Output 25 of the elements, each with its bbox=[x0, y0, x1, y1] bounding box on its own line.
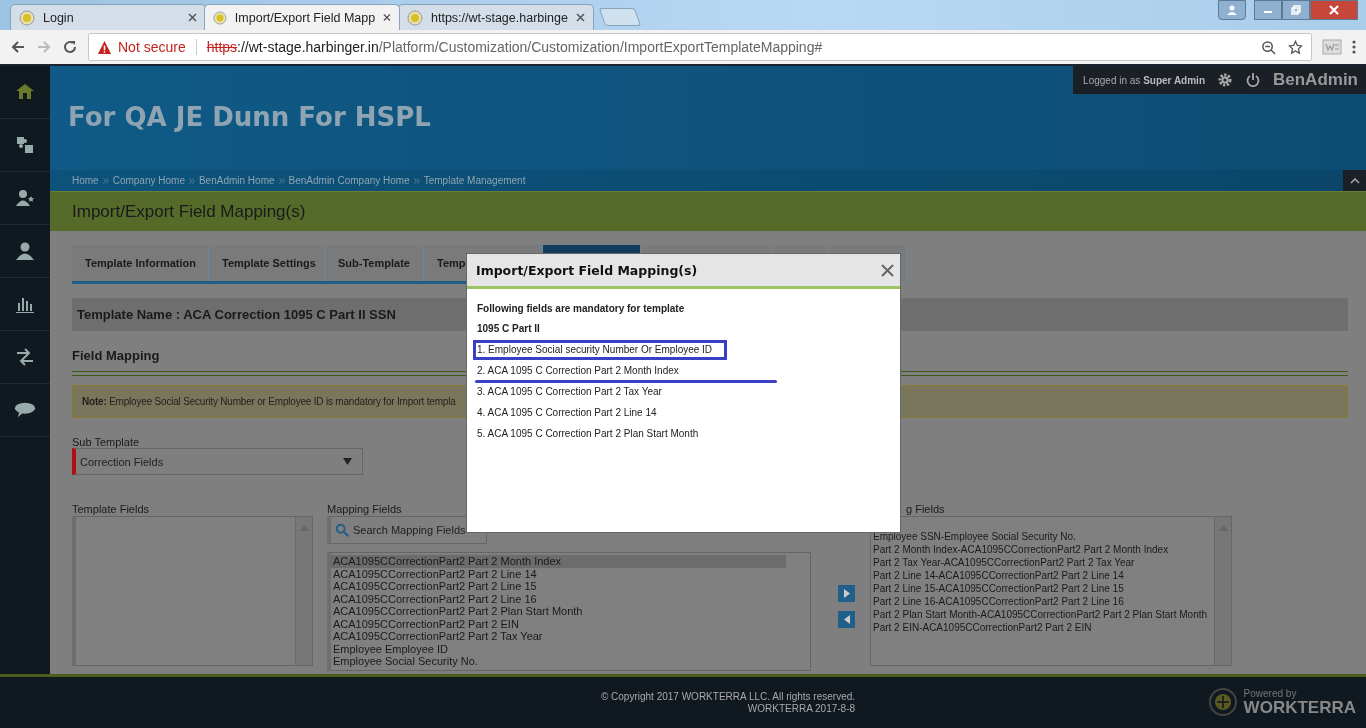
dialog-title: Import/Export Field Mapping(s) bbox=[476, 262, 698, 278]
brand-name: WORKTERRA bbox=[1243, 699, 1356, 716]
page-title: Import/Export Field Mapping(s) bbox=[72, 201, 306, 222]
required-field: 4. ACA 1095 C Correction Part 2 Line 14 bbox=[473, 403, 672, 423]
copyright-text: © Copyright 2017 WORKTERRA LLC. All rights reserved. bbox=[600, 691, 856, 702]
section-title: Field Mapping bbox=[72, 348, 160, 363]
required-field: 2. ACA 1095 C Correction Part 2 Month Index bbox=[473, 361, 694, 381]
field-label: Mapping Fields bbox=[327, 503, 402, 516]
required-field: 3. ACA 1095 C Correction Part 2 Tax Year bbox=[473, 382, 677, 402]
note-text: Note: Employee Social Security Number or Employee ID is mandatory for Import templa bbox=[82, 396, 456, 407]
template-label: 1095 C Part II bbox=[477, 323, 540, 334]
logged-in-text: Logged in as Super Admin bbox=[1083, 74, 1205, 86]
dialog-message: Following fields are mandatory for template bbox=[477, 303, 685, 314]
template-name: Template Name : ACA Correction 1095 C Part II SSN bbox=[77, 307, 396, 322]
security-label: Not secure bbox=[118, 39, 186, 55]
field-label: Template Fields bbox=[72, 503, 150, 516]
field-label: g Fields bbox=[905, 503, 945, 516]
required-field: 5. ACA 1095 C Correction Part 2 Plan Start Month bbox=[473, 424, 714, 444]
powered-by-text: Powered by bbox=[1243, 688, 1298, 699]
url-text: https://wt-stage.harbinger.in/Platform/Customization/Customization/ImportExportTemplateMapping# bbox=[206, 39, 823, 55]
required-field: 1. Employee Social security Number Or Employee ID bbox=[473, 340, 728, 360]
field-label: Sub Template bbox=[72, 436, 140, 449]
company-title: For QA JE Dunn For HSPL bbox=[68, 102, 431, 132]
version-text: WORKTERRA 2017-8-8 bbox=[747, 703, 856, 714]
app-name: BenAdmin bbox=[1273, 70, 1358, 90]
